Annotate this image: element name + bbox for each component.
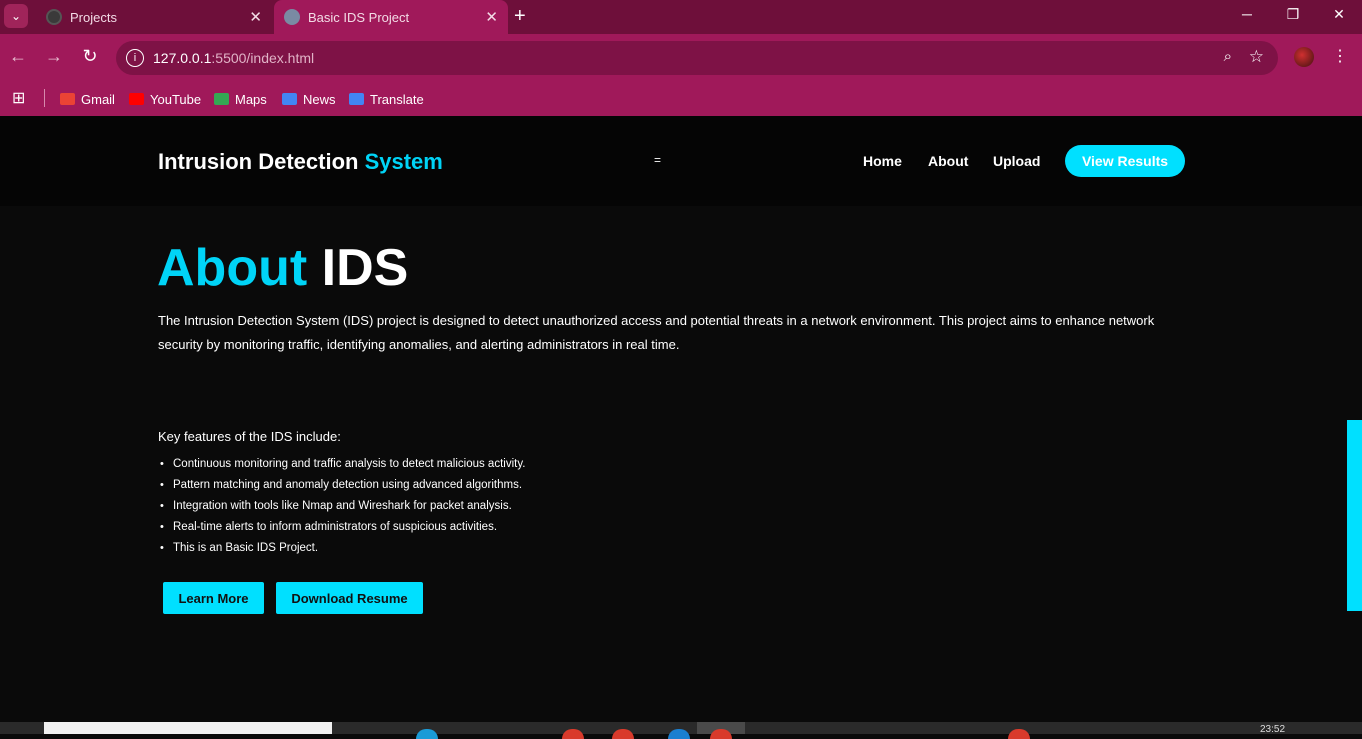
minimize-icon[interactable]: ─: [1232, 6, 1262, 22]
logo-accent-text: System: [364, 149, 443, 174]
download-resume-button[interactable]: Download Resume: [276, 582, 423, 614]
github-icon: [46, 9, 62, 25]
reload-icon[interactable]: ↻: [78, 46, 102, 67]
url-text[interactable]: 127.0.0.1:5500/index.html: [153, 50, 314, 66]
site-logo[interactable]: Intrusion Detection System: [158, 149, 443, 175]
taskbar-app-icon[interactable]: [416, 729, 438, 739]
tab-projects[interactable]: Projects ✕: [36, 0, 272, 34]
bookmark-gmail[interactable]: Gmail: [60, 82, 115, 116]
window-close-icon[interactable]: ✕: [1324, 6, 1354, 23]
learn-more-button[interactable]: Learn More: [163, 582, 264, 614]
site-info-icon[interactable]: i: [126, 49, 144, 67]
maps-icon: [214, 93, 229, 105]
bookmark-star-icon[interactable]: ☆: [1249, 47, 1264, 67]
bookmark-maps[interactable]: Maps: [214, 82, 267, 116]
menu-toggle-icon[interactable]: =: [654, 153, 661, 167]
tab-basic-ids-project[interactable]: Basic IDS Project ✕: [274, 0, 508, 34]
scrollbar-thumb[interactable]: [1347, 420, 1362, 611]
taskbar-app-icon[interactable]: [612, 729, 634, 739]
os-taskbar: 23:52: [0, 722, 1362, 739]
title-accent: About: [157, 239, 308, 297]
site-header: Intrusion Detection System = Home About …: [0, 116, 1362, 206]
bookmark-news[interactable]: News: [282, 82, 336, 116]
restore-icon[interactable]: ❐: [1278, 6, 1308, 23]
youtube-icon: [129, 93, 144, 105]
taskbar-search-box[interactable]: [44, 722, 332, 734]
bookmark-label: Gmail: [81, 91, 115, 107]
tab-title: Projects: [70, 9, 117, 25]
bookmark-label: Translate: [370, 91, 424, 107]
nav-about[interactable]: About: [928, 153, 968, 169]
logo-main-text: Intrusion Detection: [158, 149, 359, 174]
bookmarks-bar: ⊞ Gmail YouTube Maps News Translate: [0, 82, 1362, 116]
new-tab-button[interactable]: +: [514, 5, 526, 28]
page-content: Intrusion Detection System = Home About …: [0, 116, 1362, 722]
bookmark-label: Maps: [235, 91, 267, 107]
nav-upload[interactable]: Upload: [993, 153, 1040, 169]
profile-avatar[interactable]: [1294, 47, 1314, 67]
address-bar[interactable]: i 127.0.0.1:5500/index.html ⌕ ☆: [116, 41, 1278, 75]
menu-kebab-icon[interactable]: ⋮: [1332, 46, 1348, 66]
list-item: This is an Basic IDS Project.: [158, 540, 525, 561]
list-item: Pattern matching and anomaly detection u…: [158, 477, 525, 498]
bookmark-label: News: [303, 91, 336, 107]
taskbar-app-icon[interactable]: [668, 729, 690, 739]
nav-home[interactable]: Home: [863, 153, 902, 169]
bookmark-label: YouTube: [150, 91, 202, 107]
back-icon[interactable]: ←: [6, 46, 30, 67]
gmail-icon: [60, 93, 75, 105]
taskbar-app-icon[interactable]: [562, 729, 584, 739]
features-list: Continuous monitoring and traffic analys…: [158, 456, 525, 561]
browser-toolbar: ← → ↻ i 127.0.0.1:5500/index.html ⌕ ☆ ⋮: [0, 34, 1362, 82]
page-title: About IDS: [157, 238, 408, 298]
apps-grid-icon[interactable]: ⊞: [12, 88, 25, 108]
features-heading: Key features of the IDS include:: [158, 429, 341, 444]
title-main: IDS: [321, 239, 409, 297]
list-item: Integration with tools like Nmap and Wir…: [158, 498, 525, 519]
close-icon[interactable]: ✕: [249, 8, 262, 26]
news-icon: [282, 93, 297, 105]
view-results-button[interactable]: View Results: [1065, 145, 1185, 177]
tab-search-button[interactable]: ⌄: [4, 4, 28, 28]
taskbar-clock[interactable]: 23:52: [1260, 724, 1285, 735]
bookmark-youtube[interactable]: YouTube: [129, 82, 201, 116]
globe-icon: [284, 9, 300, 25]
tab-title: Basic IDS Project: [308, 9, 410, 25]
bookmark-translate[interactable]: Translate: [349, 82, 424, 116]
close-icon[interactable]: ✕: [485, 8, 498, 26]
tab-strip: ⌄ Projects ✕ Basic IDS Project ✕ + ─ ❐ ✕: [0, 0, 1362, 34]
tray-icon[interactable]: [1008, 729, 1030, 739]
translate-icon: [349, 93, 364, 105]
bookmarks-divider: [44, 89, 45, 107]
list-item: Continuous monitoring and traffic analys…: [158, 456, 525, 477]
zoom-icon[interactable]: ⌕: [1224, 48, 1232, 65]
list-item: Real-time alerts to inform administrator…: [158, 519, 525, 540]
forward-icon[interactable]: →: [42, 46, 66, 67]
intro-paragraph: The Intrusion Detection System (IDS) pro…: [158, 313, 1155, 352]
